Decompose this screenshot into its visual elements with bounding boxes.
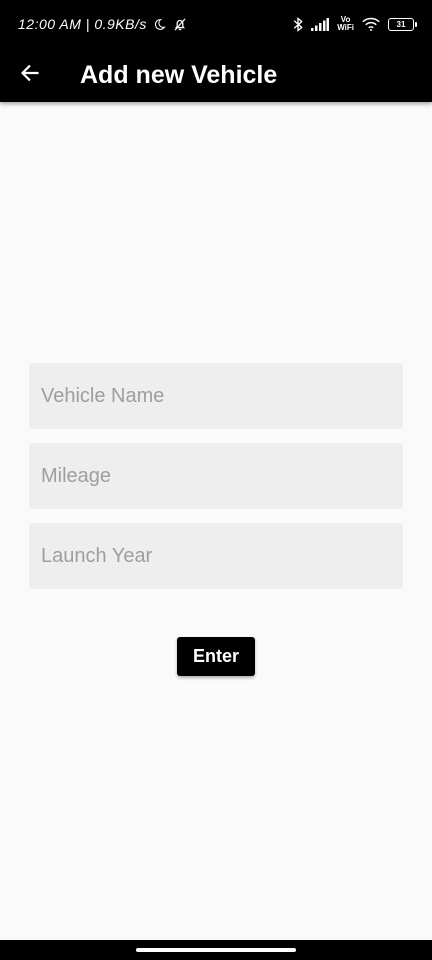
status-bar: 12:00 AM | 0.9KB/s Vo WiFi 31 <box>0 0 432 48</box>
battery-icon: 31 <box>388 17 417 31</box>
page-title: Add new Vehicle <box>80 60 278 89</box>
vehicle-form <box>29 363 403 603</box>
status-time: 12:00 AM | 0.9KB/s <box>18 16 147 32</box>
vehicle-name-input[interactable] <box>29 363 403 429</box>
status-right: Vo WiFi 31 <box>293 16 417 32</box>
wifi-icon <box>362 17 380 31</box>
arrow-left-icon <box>20 63 40 88</box>
moon-icon <box>153 18 166 31</box>
launch-year-input[interactable] <box>29 523 403 589</box>
alarm-off-icon <box>172 17 188 32</box>
vowifi-indicator: Vo WiFi <box>337 16 354 32</box>
back-button[interactable] <box>0 48 60 102</box>
status-left: 12:00 AM | 0.9KB/s <box>18 16 188 32</box>
home-indicator[interactable] <box>136 948 296 952</box>
mileage-input[interactable] <box>29 443 403 509</box>
bluetooth-icon <box>293 16 303 32</box>
enter-button[interactable]: Enter <box>177 637 255 676</box>
signal-icon <box>311 17 330 31</box>
vowifi-line2: WiFi <box>337 23 354 32</box>
navigation-bar <box>0 940 432 960</box>
battery-level: 31 <box>396 19 406 29</box>
app-bar: Add new Vehicle <box>0 48 432 102</box>
